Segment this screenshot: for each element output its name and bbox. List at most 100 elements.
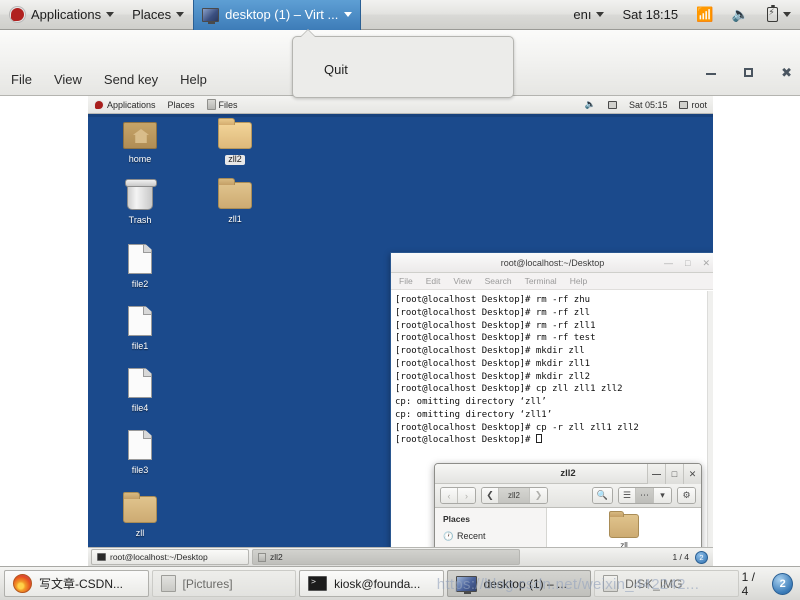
guest-files-window-menu[interactable]: Files xyxy=(201,96,244,114)
guest-taskbar: root@localhost:~/Desktop zll2 1 / 4 2 xyxy=(88,547,713,566)
maximize-button[interactable] xyxy=(744,66,754,79)
desktop-icon-label: zll1 xyxy=(228,214,242,224)
file-manager-window-controls: — □ ✕ xyxy=(647,464,701,484)
pictures-icon xyxy=(160,575,176,592)
menu-view[interactable]: View xyxy=(43,68,93,91)
chevron-down-icon xyxy=(783,12,791,17)
guest-user-menu[interactable]: root xyxy=(673,96,713,114)
chevron-down-icon xyxy=(344,12,353,17)
taskbar-item-desktop-vm[interactable]: desktop (1) – ... xyxy=(446,570,592,597)
menu-item-quit[interactable]: Quit xyxy=(324,62,348,77)
clock[interactable]: Sat 18:15 xyxy=(613,0,687,30)
places-menu[interactable]: Places xyxy=(123,0,193,30)
terminal-menu-search[interactable]: Search xyxy=(485,276,512,286)
battery-indicator[interactable] xyxy=(758,0,800,30)
back-icon[interactable]: ‹ xyxy=(441,488,458,503)
terminal-icon xyxy=(97,553,106,561)
volume-indicator[interactable]: 🔈 xyxy=(723,0,758,30)
taskbar-item-disk-img[interactable]: DISK_IMG xyxy=(594,570,739,597)
guest-taskbar-item-terminal[interactable]: root@localhost:~/Desktop xyxy=(91,549,249,565)
guest-volume-indicator[interactable]: 🔈 xyxy=(579,96,602,114)
maximize-button[interactable]: □ xyxy=(685,258,690,268)
desktop-icon-label: file1 xyxy=(131,341,149,351)
guest-top-panel: Applications Places Files 🔈 Sat 05:15 ro… xyxy=(88,96,713,114)
desktop-icon-zll[interactable]: zll xyxy=(110,492,170,541)
guest-workspace-switcher[interactable]: 2 xyxy=(695,550,708,564)
guest-taskbar-item-label: zll2 xyxy=(270,552,283,562)
forward-icon[interactable]: › xyxy=(458,488,475,503)
desktop-icon-file4[interactable]: file4 xyxy=(110,368,170,416)
desktop-icon-file2[interactable]: file2 xyxy=(110,244,170,292)
terminal-line: [root@localhost Desktop]# cp -r zll zll1… xyxy=(395,422,639,433)
close-button[interactable]: ✕ xyxy=(683,464,701,484)
desktop-icon-file3[interactable]: file3 xyxy=(110,430,170,478)
guest-network-indicator[interactable] xyxy=(602,96,623,114)
file-item-zll[interactable]: zll xyxy=(596,511,652,550)
menu-help[interactable]: Help xyxy=(169,68,218,91)
files-icon xyxy=(258,552,266,562)
terminal-scrollbar[interactable] xyxy=(707,291,713,555)
list-view-icon[interactable]: ☰ xyxy=(618,488,636,503)
guest-clock[interactable]: Sat 05:15 xyxy=(623,96,674,114)
close-button[interactable]: ✕ xyxy=(702,258,710,269)
desktop-icon-zll2[interactable]: zll2 xyxy=(205,118,265,167)
desktop-icon-zll1[interactable]: zll1 xyxy=(205,178,265,227)
menu-send-key[interactable]: Send key xyxy=(93,68,169,91)
grid-view-icon[interactable]: ⋯ xyxy=(636,488,654,503)
taskbar-item-pictures[interactable]: [Pictures] xyxy=(151,570,297,597)
host-taskbar-status: 1 / 4 2 xyxy=(742,570,796,598)
sidebar-item-recent[interactable]: 🕐 Recent xyxy=(443,528,546,544)
minimize-button[interactable]: — xyxy=(664,258,673,268)
active-window-tab[interactable]: desktop (1) – Virt ... xyxy=(193,0,362,30)
terminal-menu-terminal[interactable]: Terminal xyxy=(525,276,557,286)
history-nav-group: ‹ › xyxy=(440,487,476,504)
guest-desktop-viewport[interactable]: Applications Places Files 🔈 Sat 05:15 ro… xyxy=(88,96,713,566)
desktop-icon-trash[interactable]: Trash xyxy=(110,179,170,228)
keyboard-layout-indicator[interactable]: enı xyxy=(564,0,613,30)
terminal-menu-view[interactable]: View xyxy=(453,276,471,286)
maximize-button[interactable]: □ xyxy=(665,464,683,484)
chevron-down-icon[interactable]: ▾ xyxy=(654,488,671,503)
desktop-icon-label: file2 xyxy=(131,279,149,289)
desktop-icon-home[interactable]: home xyxy=(110,122,170,167)
home-folder-icon xyxy=(123,122,157,149)
taskbar-item-firefox[interactable]: 写文章-CSDN... xyxy=(4,570,149,597)
file-icon xyxy=(128,306,152,336)
host-workspace-switcher[interactable]: 2 xyxy=(772,572,793,595)
terminal-menu-edit[interactable]: Edit xyxy=(426,276,441,286)
volume-icon: 🔈 xyxy=(584,99,596,109)
taskbar-item-label: DISK_IMG xyxy=(625,576,683,591)
guest-taskbar-item-zll2[interactable]: zll2 xyxy=(252,549,520,565)
applications-menu[interactable]: Applications xyxy=(0,0,123,30)
guest-applications-menu[interactable]: Applications xyxy=(88,96,162,114)
sidebar-item-label: Recent xyxy=(457,531,486,541)
terminal-cursor xyxy=(535,434,542,444)
disk-icon xyxy=(603,575,619,592)
terminal-menu-help[interactable]: Help xyxy=(570,276,587,286)
taskbar-item-kiosk-terminal[interactable]: kiosk@founda... xyxy=(299,570,444,597)
breadcrumb-prev-icon[interactable]: ❮ xyxy=(482,488,499,503)
menu-file[interactable]: File xyxy=(0,68,43,91)
settings-group: ⚙ xyxy=(677,487,696,504)
desktop-icon-label: file3 xyxy=(131,465,149,475)
terminal-prompt: [root@localhost Desktop]# xyxy=(395,435,536,446)
taskbar-item-label: [Pictures] xyxy=(182,576,233,591)
places-menu-label: Places xyxy=(132,7,172,22)
guest-places-menu[interactable]: Places xyxy=(162,96,201,114)
guest-taskbar-status: 1 / 4 2 xyxy=(672,550,713,564)
breadcrumb-current[interactable]: zll2 xyxy=(499,488,531,503)
taskbar-item-label: desktop (1) – ... xyxy=(483,576,567,591)
gear-icon[interactable]: ⚙ xyxy=(678,488,695,503)
minimize-button[interactable]: — xyxy=(647,464,665,484)
close-button[interactable]: ✖ xyxy=(781,66,792,79)
terminal-menu-file[interactable]: File xyxy=(399,276,413,286)
guest-files-label: Files xyxy=(218,99,238,110)
host-taskbar: 写文章-CSDN... [Pictures] kiosk@founda... d… xyxy=(0,566,800,600)
search-icon[interactable]: 🔍 xyxy=(592,488,612,503)
terminal-icon xyxy=(308,576,328,591)
breadcrumb-next-icon[interactable]: ❯ xyxy=(530,488,548,503)
wifi-indicator[interactable]: 📶 xyxy=(687,0,722,30)
desktop-icon-file1[interactable]: file1 xyxy=(110,306,170,354)
desktop-icon-label: file4 xyxy=(131,403,149,413)
minimize-button[interactable] xyxy=(706,66,717,79)
